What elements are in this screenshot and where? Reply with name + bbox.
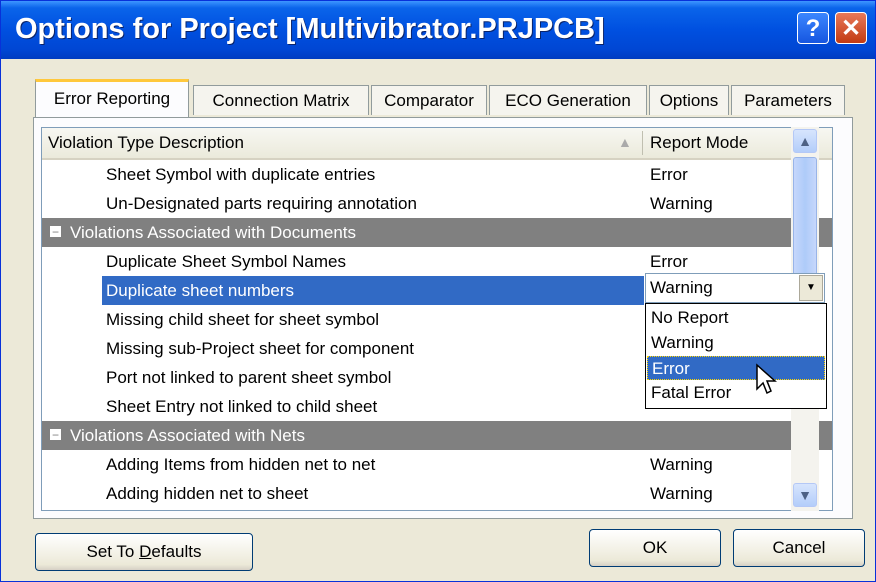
tab-options[interactable]: Options <box>649 85 729 115</box>
report-mode[interactable]: Error <box>650 160 688 189</box>
violation-description: Duplicate sheet numbers <box>102 276 644 305</box>
options-dialog: Options for Project [Multivibrator.PRJPC… <box>0 0 876 582</box>
report-mode[interactable]: Warning <box>650 450 713 479</box>
violation-description: Missing child sheet for sheet symbol <box>106 310 380 329</box>
help-button[interactable]: ? <box>797 12 829 44</box>
dialog-title: Options for Project [Multivibrator.PRJPC… <box>15 13 605 45</box>
violation-description: Un-Designated parts requiring annotation <box>106 194 417 213</box>
violation-description: Duplicate Sheet Symbol Names <box>106 252 347 271</box>
violation-description: Adding hidden net to sheet <box>106 484 309 503</box>
tab-connection-matrix[interactable]: Connection Matrix <box>193 85 369 115</box>
group-label: Violations Associated with Nets <box>70 426 305 445</box>
column-divider[interactable] <box>642 131 643 155</box>
button-label-prefix: Set To <box>86 542 140 561</box>
chevron-down-icon[interactable]: ▼ <box>799 275 823 301</box>
button-label-suffix: efaults <box>151 542 202 561</box>
group-label: Violations Associated with Documents <box>70 223 357 242</box>
column-header-description[interactable]: Violation Type Description <box>48 133 244 153</box>
tab-parameters[interactable]: Parameters <box>731 85 845 115</box>
mouse-cursor-icon <box>756 363 777 395</box>
button-label-accelerator: D <box>139 542 152 561</box>
violation-description: Missing sub-Project sheet for component <box>106 339 415 358</box>
option-warning[interactable]: Warning <box>647 331 825 355</box>
tab-comparator[interactable]: Comparator <box>371 85 487 115</box>
list-item[interactable]: Un-Designated parts requiring annotation… <box>42 189 832 218</box>
collapse-icon[interactable]: − <box>50 429 61 441</box>
report-mode[interactable]: Warning <box>650 189 713 218</box>
group-row-nets[interactable]: − Violations Associated with Nets <box>42 421 832 450</box>
title-bar[interactable]: Options for Project [Multivibrator.PRJPC… <box>1 1 875 59</box>
report-mode[interactable]: Error <box>650 247 688 276</box>
tab-eco-generation[interactable]: ECO Generation <box>489 85 647 115</box>
option-fatal-error[interactable]: Fatal Error <box>647 381 825 405</box>
list-item[interactable]: Sheet Symbol with duplicate entries Erro… <box>42 160 832 189</box>
report-mode-dropdown: No Report Warning Error Fatal Error <box>645 303 827 409</box>
scroll-up-arrow-icon[interactable]: ▲ <box>793 129 817 153</box>
list-item[interactable]: Adding hidden net to sheet Warning <box>42 479 832 508</box>
ok-button[interactable]: OK <box>589 529 721 567</box>
group-row-documents[interactable]: − Violations Associated with Documents <box>42 218 832 247</box>
list-header: Violation Type Description ▲ Report Mode <box>42 128 832 160</box>
cancel-button[interactable]: Cancel <box>733 529 865 567</box>
close-button[interactable]: ✕ <box>835 12 867 44</box>
collapse-icon[interactable]: − <box>50 226 61 238</box>
report-mode-combobox[interactable]: Warning ▼ <box>645 273 825 303</box>
report-mode[interactable]: Warning <box>650 479 713 508</box>
violation-description: Adding Items from hidden net to net <box>106 455 376 474</box>
set-to-defaults-button[interactable]: Set To Defaults <box>35 533 253 571</box>
list-item[interactable]: Adding Items from hidden net to net Warn… <box>42 450 832 479</box>
sort-arrow-icon: ▲ <box>618 134 632 150</box>
violation-description: Sheet Symbol with duplicate entries <box>106 165 376 184</box>
option-error[interactable]: Error <box>647 356 825 380</box>
scroll-down-arrow-icon[interactable]: ▼ <box>793 483 817 507</box>
list-item[interactable]: Duplicate Sheet Symbol Names Error <box>42 247 832 276</box>
tab-error-reporting[interactable]: Error Reporting <box>35 79 189 117</box>
option-no-report[interactable]: No Report <box>647 306 825 330</box>
violation-description: Port not linked to parent sheet symbol <box>106 368 392 387</box>
violation-description: Sheet Entry not linked to child sheet <box>106 397 378 416</box>
combobox-value: Warning <box>650 278 713 297</box>
column-header-report-mode[interactable]: Report Mode <box>650 133 748 153</box>
